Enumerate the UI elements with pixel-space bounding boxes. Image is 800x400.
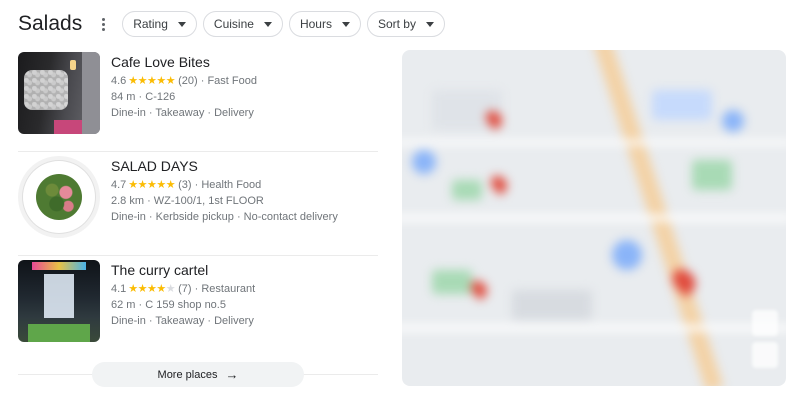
filter-chip-label: Hours xyxy=(299,17,332,31)
place-address: WZ-100/1, 1st FLOOR xyxy=(153,195,264,207)
map-preview[interactable] xyxy=(402,50,786,386)
place-address: C 159 shop no.5 xyxy=(145,299,226,311)
rating-value: 4.7 xyxy=(111,179,127,191)
place-name[interactable]: The curry cartel xyxy=(111,262,255,278)
star-rating-icon: ★★★★★ xyxy=(128,179,176,191)
place-result-salad-days[interactable]: SALAD DAYS 4.7 ★★★★★ (3) · Health Food 2.8… xyxy=(18,152,378,256)
review-count: (20) xyxy=(178,75,198,87)
filter-chips: Rating Cuisine Hours Sort by xyxy=(122,11,445,37)
place-distance: 2.8 km xyxy=(111,195,145,207)
place-name[interactable]: SALAD DAYS xyxy=(111,158,338,174)
review-count: (7) xyxy=(178,283,192,295)
more-vert-icon[interactable] xyxy=(98,17,108,31)
place-category: Restaurant xyxy=(201,283,256,295)
place-services: Dine-in · Takeaway · Delivery xyxy=(111,107,254,119)
caret-down-icon xyxy=(177,21,186,27)
place-result-cafe-love-bites[interactable]: Cafe Love Bites 4.6 ★★★★★ (20) · Fast Food… xyxy=(18,48,378,152)
review-count: (3) xyxy=(178,179,192,191)
rating-value: 4.6 xyxy=(111,75,127,87)
results-list: Cafe Love Bites 4.6 ★★★★★ (20) · Fast Food… xyxy=(18,48,378,360)
place-rating-line: 4.7 ★★★★★ (3) · Health Food xyxy=(111,179,262,191)
place-location-line: 84 m · C-126 xyxy=(111,91,176,103)
arrow-right-icon: → xyxy=(225,367,239,382)
star-rating-icon: ★★★★★ xyxy=(128,75,176,87)
caret-down-icon xyxy=(263,21,272,27)
place-category: Health Food xyxy=(201,179,262,191)
page-title: Salads xyxy=(18,12,83,35)
place-distance: 84 m xyxy=(111,91,136,103)
place-thumbnail[interactable] xyxy=(18,260,100,342)
place-services: Dine-in · Takeaway · Delivery xyxy=(111,315,254,327)
place-thumbnail[interactable] xyxy=(18,156,100,238)
results-header: Salads Rating Cuisine Hours Sort by xyxy=(18,10,445,38)
place-rating-line: 4.6 ★★★★★ (20) · Fast Food xyxy=(111,75,257,87)
map-zoom-out-button[interactable] xyxy=(752,342,778,368)
caret-down-icon xyxy=(425,21,434,27)
place-name[interactable]: Cafe Love Bites xyxy=(111,54,257,70)
caret-down-icon xyxy=(341,21,350,27)
place-result-the-curry-cartel[interactable]: The curry cartel 4.1 ★★★★★ (7) · Restauran… xyxy=(18,256,378,360)
place-distance: 62 m xyxy=(111,299,136,311)
filter-chip-label: Cuisine xyxy=(213,17,254,31)
place-thumbnail[interactable] xyxy=(18,52,100,134)
filter-chip-cuisine[interactable]: Cuisine xyxy=(202,11,283,37)
more-places-button[interactable]: More places → xyxy=(92,362,304,387)
filter-chip-label: Rating xyxy=(133,17,168,31)
filter-chip-sort-by[interactable]: Sort by xyxy=(366,11,445,37)
place-address: C-126 xyxy=(145,91,176,103)
filter-chip-rating[interactable]: Rating xyxy=(122,11,197,37)
place-location-line: 2.8 km · WZ-100/1, 1st FLOOR xyxy=(111,195,264,207)
place-category: Fast Food xyxy=(207,75,257,87)
more-places-label: More places xyxy=(157,368,218,381)
rating-value: 4.1 xyxy=(111,283,127,295)
place-rating-line: 4.1 ★★★★★ (7) · Restaurant xyxy=(111,283,256,295)
map-zoom-in-button[interactable] xyxy=(752,310,778,336)
place-services: Dine-in · Kerbside pickup · No-contact d… xyxy=(111,211,338,223)
filter-chip-label: Sort by xyxy=(377,17,416,31)
filter-chip-hours[interactable]: Hours xyxy=(288,11,361,37)
place-location-line: 62 m · C 159 shop no.5 xyxy=(111,299,226,311)
star-rating-icon: ★★★★★ xyxy=(128,283,176,295)
